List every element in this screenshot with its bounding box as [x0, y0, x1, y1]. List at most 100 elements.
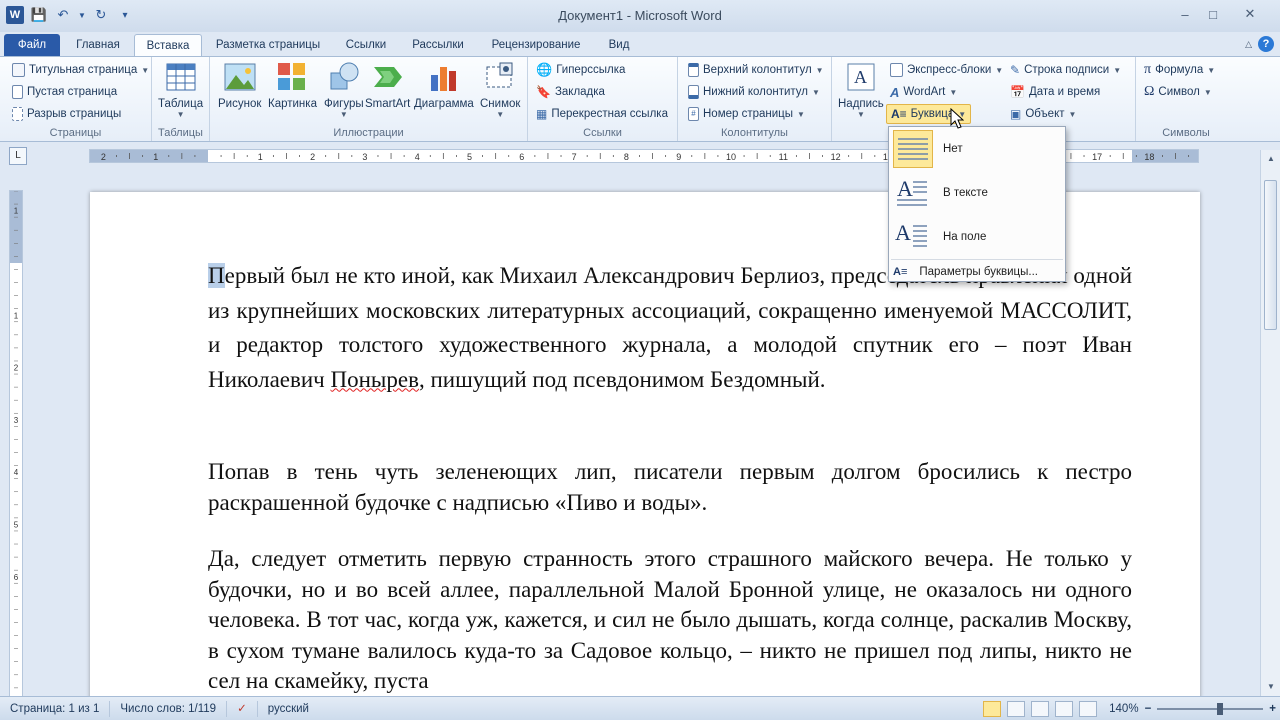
ruler-number: 7 — [572, 152, 577, 162]
draft-button[interactable] — [1079, 701, 1098, 717]
zoom-in-icon[interactable]: + — [1269, 703, 1276, 715]
dropcap-dropped-label: В тексте — [943, 187, 988, 199]
misspelled-word[interactable]: Понырев — [331, 367, 419, 392]
ruler-number: 5 — [14, 521, 19, 530]
cross-reference-button[interactable]: ▦ Перекрестная ссылка — [536, 104, 668, 124]
tab-review[interactable]: Рецензирование — [480, 34, 592, 56]
quick-parts-button[interactable]: Экспресс-блоки ▼ — [890, 60, 1003, 80]
tab-home[interactable]: Главная — [66, 34, 130, 56]
group-symbols: π Формула ▼ Ω Символ ▼ Символы — [1136, 57, 1236, 141]
object-icon: ▣ — [1010, 107, 1022, 121]
calendar-icon: 📅 — [1010, 85, 1025, 99]
outline-button[interactable] — [1055, 701, 1074, 717]
tab-file[interactable]: Файл — [4, 34, 60, 56]
footer-label: Нижний колонтитул — [703, 86, 808, 98]
group-symbols-label: Символы — [1162, 127, 1210, 139]
chart-label: Диаграмма — [414, 98, 474, 110]
page-number-icon: # — [688, 107, 699, 121]
zoom-slider-knob[interactable] — [1217, 703, 1224, 715]
tab-references[interactable]: Ссылки — [336, 34, 396, 56]
shapes-button[interactable]: Фигуры ▼ — [324, 61, 364, 119]
selected-first-letter[interactable]: П — [208, 263, 225, 288]
zoom-slider[interactable] — [1157, 703, 1264, 715]
clipart-button[interactable]: Картинка — [268, 61, 317, 110]
tab-page-layout[interactable]: Разметка страницы — [206, 34, 330, 56]
signature-line-button[interactable]: ✎ Строка подписи ▼ — [1010, 60, 1121, 80]
window-title: Документ1 - Microsoft Word — [558, 8, 722, 23]
textbox-button[interactable]: A Надпись ▼ — [838, 61, 884, 119]
maximize-button[interactable]: □ — [1200, 4, 1226, 24]
svg-text:A: A — [854, 67, 867, 87]
word-count[interactable]: Число слов: 1/119 — [110, 700, 228, 717]
proofing-icon[interactable]: ✓ — [227, 700, 258, 717]
vertical-scrollbar[interactable]: ▲ ▼ — [1260, 150, 1280, 696]
dropcap-margin-item[interactable]: A На поле — [891, 216, 1063, 258]
tab-mailings[interactable]: Рассылки — [404, 34, 472, 56]
tab-insert[interactable]: Вставка — [134, 34, 202, 56]
dropcap-icon: A≡ — [891, 107, 907, 121]
equation-button[interactable]: π Формула ▼ — [1144, 60, 1215, 80]
dropcap-margin-icon: A — [893, 218, 933, 256]
scroll-up-icon[interactable]: ▲ — [1264, 152, 1278, 166]
close-button[interactable]: ✕ — [1228, 4, 1272, 24]
cross-reference-icon: ▦ — [536, 107, 548, 121]
vertical-ruler[interactable]: 1 1 2 3 4 5 6 — [9, 190, 23, 700]
ruler-number: 3 — [362, 152, 367, 162]
textbox-label: Надпись — [838, 98, 884, 110]
web-layout-button[interactable] — [1031, 701, 1050, 717]
page-count[interactable]: Страница: 1 из 1 — [0, 700, 111, 717]
tab-selector-button[interactable]: L — [9, 147, 27, 165]
bookmark-icon: 🔖 — [536, 85, 551, 99]
page-number-button[interactable]: # Номер страницы ▼ — [688, 104, 805, 124]
paragraph-1-hidden-text: ерлиоз, предс — [753, 263, 887, 288]
shapes-label: Фигуры — [324, 98, 364, 110]
ruler-number: 8 — [624, 152, 629, 162]
quick-parts-label: Экспресс-блоки — [907, 64, 992, 76]
group-tables-label: Таблицы — [158, 127, 203, 139]
print-layout-button[interactable] — [983, 701, 1002, 717]
screenshot-button[interactable]: Снимок ▼ — [480, 61, 520, 119]
pi-icon: π — [1144, 62, 1152, 77]
vertical-ruler-ticks: 1 1 2 3 4 5 6 — [14, 191, 19, 689]
footer-button[interactable]: Нижний колонтитул ▼ — [688, 82, 820, 102]
mouse-cursor-icon — [950, 108, 964, 129]
full-screen-reading-button[interactable] — [1007, 701, 1026, 717]
cross-reference-label: Перекрестная ссылка — [551, 108, 668, 120]
hyperlink-button[interactable]: 🌐 Гиперссылка — [536, 60, 625, 80]
cover-page-button[interactable]: Титульная страница ▼ — [12, 60, 149, 80]
svg-text:A: A — [895, 220, 911, 245]
dropcap-options-item[interactable]: A≡ Параметры буквицы... — [893, 263, 1038, 281]
page-break-button[interactable]: Разрыв страницы — [12, 104, 121, 124]
dropcap-none-item[interactable]: Нет — [891, 128, 1063, 170]
dropcap-dropped-item[interactable]: A В тексте — [891, 172, 1063, 214]
zoom-out-icon[interactable]: − — [1145, 703, 1152, 715]
bookmark-button[interactable]: 🔖 Закладка — [536, 82, 605, 102]
chart-button[interactable]: Диаграмма — [414, 61, 474, 110]
wordart-label: WordArt — [903, 86, 946, 98]
date-time-button[interactable]: 📅 Дата и время — [1010, 82, 1100, 102]
paragraph-3[interactable]: Да, следует отметить первую странность э… — [208, 544, 1132, 696]
dropcap-dropped-icon: A — [893, 174, 933, 212]
scroll-thumb[interactable] — [1264, 180, 1277, 330]
paragraph-2[interactable]: Попав в тень чуть зеленеющих лип, писате… — [208, 457, 1132, 518]
tab-view[interactable]: Вид — [600, 34, 638, 56]
blank-page-icon — [12, 85, 23, 99]
document-area[interactable]: Первый был не кто иной, как Михаил Алекс… — [30, 170, 1258, 696]
language-indicator[interactable]: русский — [258, 701, 319, 717]
table-button[interactable]: Таблица ▼ — [158, 61, 203, 119]
signature-line-icon: ✎ — [1010, 63, 1021, 77]
collapse-ribbon-icon[interactable]: △ — [1245, 39, 1252, 50]
wordart-button[interactable]: A WordArt ▼ — [890, 82, 957, 102]
smartart-button[interactable]: SmartArt — [365, 61, 410, 110]
object-button[interactable]: ▣ Объект ▼ — [1010, 104, 1076, 124]
picture-button[interactable]: Рисунок — [218, 61, 261, 110]
shapes-icon — [330, 62, 359, 90]
scroll-down-icon[interactable]: ▼ — [1264, 680, 1278, 694]
zoom-level[interactable]: 140% — [1109, 703, 1138, 715]
help-icon[interactable]: ? — [1258, 36, 1274, 52]
header-button[interactable]: Верхний колонтитул ▼ — [688, 60, 824, 80]
minimize-button[interactable]: – — [1172, 4, 1198, 24]
group-illustrations-label: Иллюстрации — [333, 127, 404, 139]
blank-page-button[interactable]: Пустая страница — [12, 82, 117, 102]
symbol-button[interactable]: Ω Символ ▼ — [1144, 82, 1212, 102]
